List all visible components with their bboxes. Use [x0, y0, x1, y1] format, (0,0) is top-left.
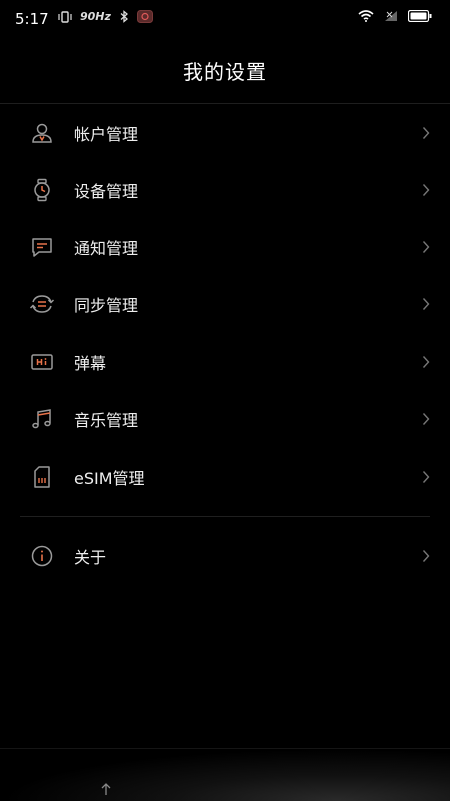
status-bar: 5:17 90Hz — [0, 0, 450, 36]
chevron-right-icon — [422, 470, 430, 483]
chevron-right-icon — [422, 240, 430, 253]
menu-label-esim: eSIM管理 — [74, 468, 145, 488]
chevron-right-icon — [422, 297, 430, 310]
chevron-right-icon — [422, 183, 430, 196]
music-icon — [29, 406, 55, 432]
sync-icon — [29, 291, 55, 317]
menu-item-account[interactable]: 帐户管理 — [0, 104, 450, 161]
status-icons-right — [358, 10, 432, 22]
menu-item-esim[interactable]: eSIM管理 — [0, 448, 450, 505]
menu-label-about: 关于 — [74, 547, 107, 567]
menu-item-notification[interactable]: 通知管理 — [0, 218, 450, 275]
info-icon — [29, 543, 55, 569]
section-divider — [20, 516, 430, 517]
menu-label-bullet-comments: 弹幕 — [74, 353, 107, 373]
menu-label-music: 音乐管理 — [74, 410, 139, 430]
camera-app-icon — [136, 10, 153, 23]
page-title: 我的设置 — [183, 60, 267, 84]
chevron-right-icon — [422, 412, 430, 425]
menu-label-device: 设备管理 — [74, 181, 139, 201]
message-icon — [29, 234, 55, 260]
wifi-icon — [358, 10, 374, 22]
menu-label-account: 帐户管理 — [74, 124, 139, 144]
sim-card-icon — [29, 464, 55, 490]
status-time: 5:17 — [15, 10, 49, 28]
menu-item-sync[interactable]: 同步管理 — [0, 275, 450, 332]
chevron-right-icon — [422, 549, 430, 562]
status-icons-left: 90Hz — [58, 10, 153, 23]
menu-item-device[interactable]: 设备管理 — [0, 161, 450, 218]
menu-item-music[interactable]: 音乐管理 — [0, 390, 450, 447]
watch-icon — [29, 177, 55, 203]
bluetooth-icon — [120, 10, 128, 23]
bottom-navigation-area — [0, 748, 450, 801]
hi-bullet-comment-icon — [29, 349, 55, 375]
account-icon — [29, 120, 55, 146]
arrow-up-icon[interactable] — [100, 782, 112, 796]
menu-label-sync: 同步管理 — [74, 295, 139, 315]
menu-label-notification: 通知管理 — [74, 238, 139, 258]
chevron-right-icon — [422, 355, 430, 368]
signal-icon — [385, 11, 397, 21]
refresh-rate-label: 90Hz — [80, 10, 111, 23]
menu-item-bullet-comments[interactable]: 弹幕 — [0, 333, 450, 390]
battery-icon — [408, 10, 432, 22]
chevron-right-icon — [422, 126, 430, 139]
vibrate-icon — [58, 10, 72, 23]
menu-item-about[interactable]: 关于 — [0, 527, 450, 584]
